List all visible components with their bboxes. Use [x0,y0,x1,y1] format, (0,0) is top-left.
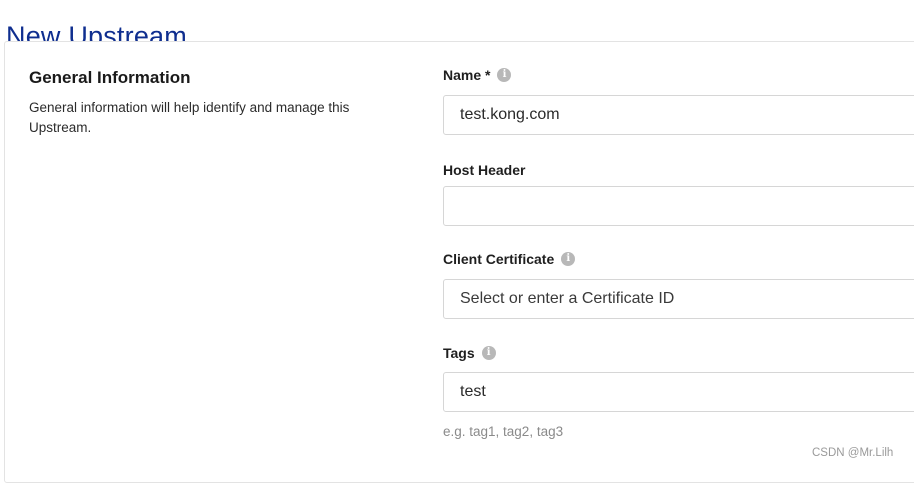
section-title: General Information [29,68,191,87]
info-icon[interactable]: i [481,346,496,360]
client-certificate-label-row: Client Certificate i [443,250,576,268]
watermark: CSDN @Mr.Lilh [812,447,894,459]
name-input[interactable] [443,95,914,135]
client-certificate-label: Client Certificate [443,251,555,267]
tags-label: Tags [443,345,475,361]
tags-input[interactable] [443,372,914,412]
section-description: General information will help identify a… [29,100,350,135]
host-header-input[interactable] [443,186,914,226]
name-field-label-row: Name * i [443,66,512,84]
tags-hint: e.g. tag1, tag2, tag3 [443,424,564,439]
client-certificate-input[interactable] [443,279,914,319]
info-icon[interactable]: i [561,252,576,266]
tags-label-row: Tags i [443,344,496,362]
host-header-label: Host Header [443,162,526,178]
host-header-label-row: Host Header [443,161,525,179]
name-label: Name * [443,67,491,83]
info-icon[interactable]: i [497,68,512,82]
